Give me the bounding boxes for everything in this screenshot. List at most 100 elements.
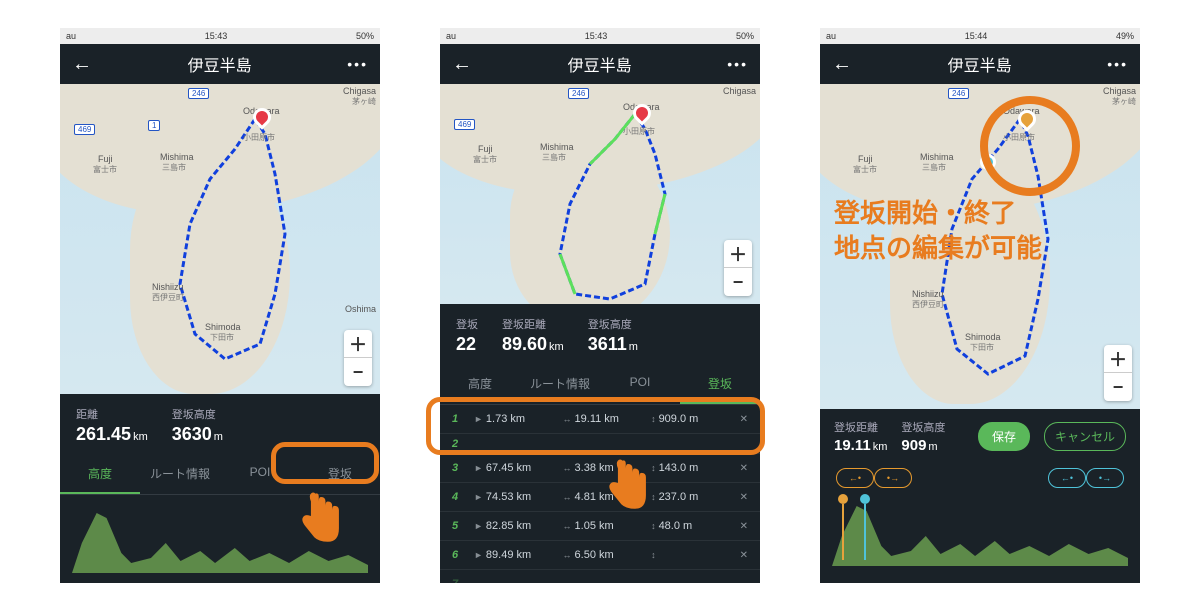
back-icon[interactable]: ← [72, 53, 92, 76]
climb-length: 19.11 km [575, 413, 619, 425]
more-icon[interactable]: ••• [347, 56, 368, 72]
zoom-control: ＋ − [1104, 345, 1132, 401]
status-bar: au 15:43 50% [60, 28, 380, 44]
map-label-jp: 西伊豆町 [152, 292, 184, 303]
slide-left-start-button[interactable]: ←• [836, 468, 874, 488]
slide-right-start-button[interactable]: •→ [874, 468, 912, 488]
map-label: Fuji [478, 144, 493, 154]
climb-elev: 48.0 m [659, 520, 693, 532]
app-header: ← 伊豆半島 ••• [60, 44, 380, 84]
stat-label: 登坂距離 [834, 419, 887, 435]
map-label-jp: 小田原市 [1003, 132, 1035, 143]
zoom-control: ＋ − [724, 240, 752, 296]
stat-unit: km [133, 431, 148, 443]
map-label: Shimoda [965, 332, 1001, 342]
zoom-out-button[interactable]: − [344, 358, 372, 386]
edit-panel: 登坂距離 19.11km 登坂高度 909m 保存 キャンセル ←• •→ ←•… [820, 409, 1140, 583]
chart-start-marker[interactable] [838, 494, 848, 504]
tab-poi[interactable]: POI [600, 365, 680, 404]
zoom-in-button[interactable]: ＋ [1104, 345, 1132, 373]
climb-row[interactable]: 6 ►89.49 km ↔6.50 km ↕ ✕ [440, 541, 760, 570]
length-icon: ↔ [563, 521, 572, 531]
delete-icon[interactable]: ✕ [740, 414, 748, 425]
slide-left-end-button[interactable]: ←• [1048, 468, 1086, 488]
map-view[interactable]: Chigasa Odawara 小田原市 Fuji 富士市 Mishima 三島… [440, 84, 760, 304]
stat-climb-distance: 登坂距離 19.11km [834, 419, 887, 454]
slide-right-end-button[interactable]: •→ [1086, 468, 1124, 488]
climb-list[interactable]: 1 ►1.73 km ↔19.11 km ↕909.0 m ✕ 2 3 ►67.… [440, 405, 760, 583]
zoom-in-button[interactable]: ＋ [724, 240, 752, 268]
stats-row: 距離 261.45km 登坂高度 3630m [60, 394, 380, 455]
page-title: 伊豆半島 [948, 52, 1012, 76]
stat-value: 3630 [172, 424, 212, 444]
map-label: Oshima [345, 304, 376, 314]
battery: 49% [1116, 31, 1134, 41]
stats-row: 登坂 22 登坂距離 89.60km 登坂高度 3611m [440, 304, 760, 365]
tab-altitude[interactable]: 高度 [440, 365, 520, 404]
elev-icon: ↕ [651, 414, 656, 424]
tab-route-info[interactable]: ルート情報 [520, 365, 600, 404]
app-header: ← 伊豆半島 ••• [440, 44, 760, 84]
phone-screen-1: au 15:43 50% ← 伊豆半島 ••• Chigasa 茅ヶ崎 Odaw… [60, 28, 380, 583]
elev-icon: ↕ [651, 550, 656, 560]
stat-value: 19.11 [834, 437, 871, 454]
stat-label: 登坂 [456, 316, 478, 332]
tab-bar: 高度 ルート情報 POI 登坂 [60, 455, 380, 495]
route-badge: 246 [188, 88, 209, 99]
save-button[interactable]: 保存 [978, 422, 1030, 451]
more-icon[interactable]: ••• [1107, 56, 1128, 72]
length-icon: ↔ [563, 414, 572, 424]
info-panel: 登坂 22 登坂距離 89.60km 登坂高度 3611m 高度 ルート情報 P… [440, 304, 760, 583]
delete-icon[interactable]: ✕ [740, 550, 748, 561]
chart-end-marker[interactable] [860, 494, 870, 504]
map-view[interactable]: Chigasa 茅ヶ崎 Odawara 小田原市 Fuji 富士市 Mishim… [820, 84, 1140, 409]
back-icon[interactable]: ← [452, 53, 472, 76]
climb-index: 2 [452, 438, 466, 450]
tab-climb[interactable]: 登坂 [300, 455, 380, 494]
climb-index: 6 [452, 549, 466, 561]
cancel-button[interactable]: キャンセル [1044, 422, 1126, 451]
elev-icon: ↕ [651, 492, 656, 502]
tab-route-info[interactable]: ルート情報 [140, 455, 220, 494]
more-icon[interactable]: ••• [727, 56, 748, 72]
map-label-jp: 茅ヶ崎 [352, 96, 376, 107]
climb-row[interactable]: 5 ►82.85 km ↔1.05 km ↕48.0 m ✕ [440, 512, 760, 541]
climb-row[interactable]: 1 ►1.73 km ↔19.11 km ↕909.0 m ✕ [440, 405, 760, 434]
climb-start: 89.49 km [486, 549, 531, 561]
play-icon: ► [474, 414, 483, 424]
climb-index: 7 [452, 578, 466, 583]
tab-climb[interactable]: 登坂 [680, 365, 760, 404]
delete-icon[interactable]: ✕ [740, 492, 748, 503]
climb-length: 4.81 km [575, 491, 614, 503]
map-label-jp: 小田原市 [623, 126, 655, 137]
zoom-in-button[interactable]: ＋ [344, 330, 372, 358]
play-icon: ► [474, 463, 483, 473]
stat-climb-elevation: 登坂高度 909m [901, 419, 945, 454]
map-label-jp: 富士市 [473, 154, 497, 165]
status-time: 15:43 [585, 31, 608, 41]
carrier: au [446, 31, 456, 41]
delete-icon[interactable]: ✕ [740, 521, 748, 532]
stat-unit: m [629, 341, 638, 353]
stat-label: 登坂高度 [172, 406, 223, 422]
climb-row[interactable]: 4 ►74.53 km ↔4.81 km ↕237.0 m ✕ [440, 483, 760, 512]
elevation-chart[interactable] [820, 488, 1140, 574]
tab-poi[interactable]: POI [220, 455, 300, 494]
zoom-out-button[interactable]: − [724, 268, 752, 296]
route-badge: 246 [948, 88, 969, 99]
zoom-out-button[interactable]: − [1104, 373, 1132, 401]
delete-icon[interactable]: ✕ [740, 463, 748, 474]
climb-row[interactable]: 3 ►67.45 km ↔3.38 km ↕143.0 m ✕ [440, 454, 760, 483]
tab-altitude[interactable]: 高度 [60, 455, 140, 494]
map-pin-end-icon[interactable] [980, 154, 996, 170]
length-icon: ↔ [563, 492, 572, 502]
back-icon[interactable]: ← [832, 53, 852, 76]
map-label: Chigasa [343, 86, 376, 96]
map-label: Chigasa [723, 86, 756, 96]
phone-screen-2: au 15:43 50% ← 伊豆半島 ••• Chigasa Odawara … [440, 28, 760, 583]
climb-row[interactable]: 2 [440, 434, 760, 454]
map-view[interactable]: Chigasa 茅ヶ崎 Odawara 小田原市 Fuji 富士市 Mishim… [60, 84, 380, 394]
climb-row[interactable]: 7 [440, 570, 760, 583]
map-label: Mishima [160, 152, 194, 162]
climb-start: 74.53 km [486, 491, 531, 503]
